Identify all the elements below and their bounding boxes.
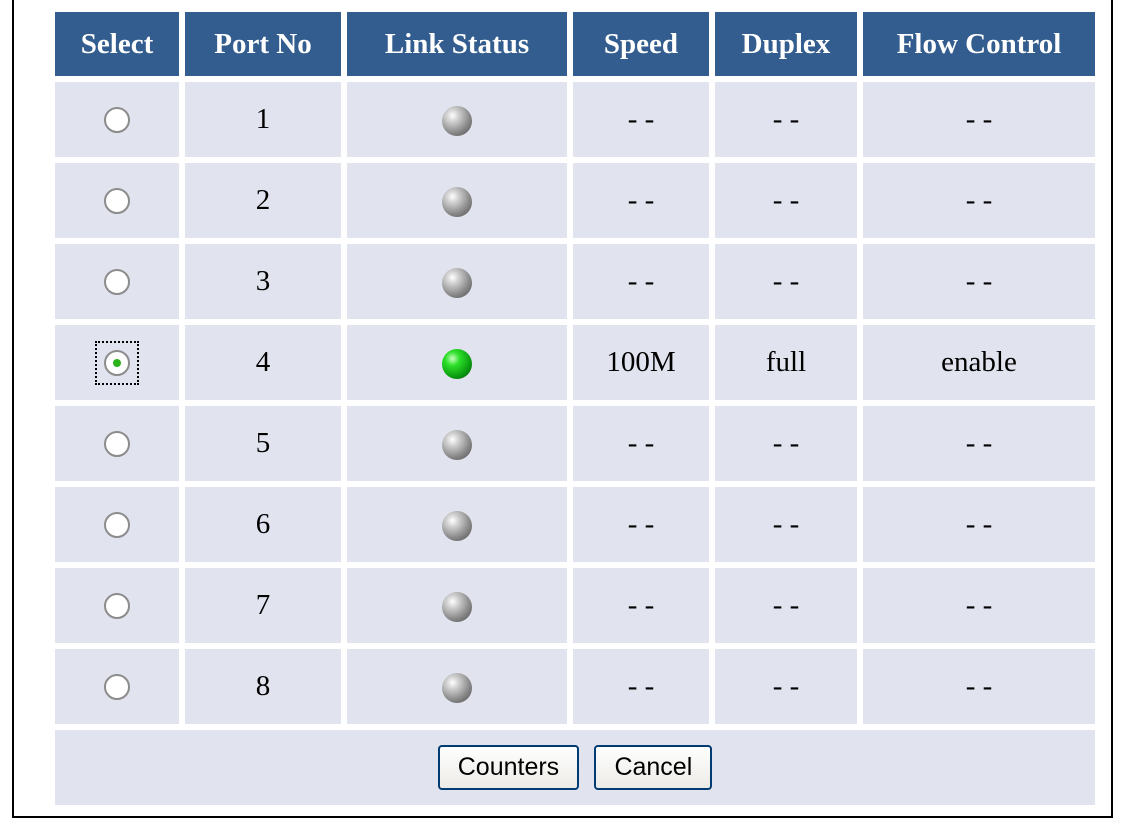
port-select-radio[interactable] xyxy=(104,592,130,619)
speed-value: - - xyxy=(573,487,709,562)
speed-value: - - xyxy=(573,82,709,157)
port-radio-focus xyxy=(95,260,139,304)
flow-control-value: - - xyxy=(863,82,1095,157)
port-select-radio[interactable] xyxy=(104,430,130,457)
port-select-radio[interactable] xyxy=(104,187,130,214)
port-radio-focus xyxy=(95,179,139,223)
header-port-no: Port No xyxy=(185,12,341,76)
link-down-led-icon xyxy=(442,592,472,623)
port-status-panel: Select Port No Link Status Speed Duplex … xyxy=(12,0,1113,818)
speed-value: - - xyxy=(573,649,709,724)
duplex-value: - - xyxy=(715,163,857,238)
duplex-value: - - xyxy=(715,487,857,562)
link-status-cell xyxy=(347,487,567,562)
link-down-led-icon xyxy=(442,673,472,704)
flow-control-value: - - xyxy=(863,406,1095,481)
select-cell xyxy=(55,325,179,400)
link-down-led-icon xyxy=(442,268,472,299)
link-down-led-icon xyxy=(442,106,472,137)
duplex-value: - - xyxy=(715,568,857,643)
link-status-cell xyxy=(347,163,567,238)
speed-value: 100M xyxy=(573,325,709,400)
table-row: 5- -- -- - xyxy=(55,406,1095,481)
port-number: 1 xyxy=(185,82,341,157)
port-number: 2 xyxy=(185,163,341,238)
header-select: Select xyxy=(55,12,179,76)
port-number: 7 xyxy=(185,568,341,643)
flow-control-value: enable xyxy=(863,325,1095,400)
duplex-value: full xyxy=(715,325,857,400)
port-radio-focus xyxy=(95,422,139,466)
table-row: 6- -- -- - xyxy=(55,487,1095,562)
port-select-radio[interactable] xyxy=(104,349,130,376)
link-down-led-icon xyxy=(442,187,472,218)
link-status-cell xyxy=(347,649,567,724)
header-duplex: Duplex xyxy=(715,12,857,76)
header-link-status: Link Status xyxy=(347,12,567,76)
speed-value: - - xyxy=(573,406,709,481)
port-select-radio[interactable] xyxy=(104,106,130,133)
port-radio-focus xyxy=(95,584,139,628)
port-number: 8 xyxy=(185,649,341,724)
select-cell xyxy=(55,649,179,724)
link-status-cell xyxy=(347,82,567,157)
table-row: 3- -- -- - xyxy=(55,244,1095,319)
select-cell xyxy=(55,244,179,319)
port-number: 3 xyxy=(185,244,341,319)
actions-row: Counters Cancel xyxy=(55,730,1095,805)
link-status-cell xyxy=(347,325,567,400)
port-radio-focus xyxy=(95,665,139,709)
port-select-radio[interactable] xyxy=(104,268,130,295)
actions-cell: Counters Cancel xyxy=(55,730,1095,805)
port-radio-focus xyxy=(95,98,139,142)
flow-control-value: - - xyxy=(863,163,1095,238)
link-status-cell xyxy=(347,568,567,643)
port-select-radio[interactable] xyxy=(104,673,130,700)
flow-control-value: - - xyxy=(863,487,1095,562)
duplex-value: - - xyxy=(715,244,857,319)
table-header-row: Select Port No Link Status Speed Duplex … xyxy=(55,12,1095,76)
link-status-cell xyxy=(347,244,567,319)
link-up-led-icon xyxy=(442,349,472,380)
port-number: 5 xyxy=(185,406,341,481)
table-row: 7- -- -- - xyxy=(55,568,1095,643)
port-select-radio[interactable] xyxy=(104,511,130,538)
flow-control-value: - - xyxy=(863,568,1095,643)
link-down-led-icon xyxy=(442,430,472,461)
table-row: 1- -- -- - xyxy=(55,82,1095,157)
speed-value: - - xyxy=(573,568,709,643)
flow-control-value: - - xyxy=(863,244,1095,319)
duplex-value: - - xyxy=(715,649,857,724)
flow-control-value: - - xyxy=(863,649,1095,724)
select-cell xyxy=(55,487,179,562)
header-flow-control: Flow Control xyxy=(863,12,1095,76)
select-cell xyxy=(55,568,179,643)
speed-value: - - xyxy=(573,163,709,238)
link-status-cell xyxy=(347,406,567,481)
select-cell xyxy=(55,82,179,157)
speed-value: - - xyxy=(573,244,709,319)
link-down-led-icon xyxy=(442,511,472,542)
counters-button[interactable]: Counters xyxy=(437,745,580,790)
table-row: 2- -- -- - xyxy=(55,163,1095,238)
duplex-value: - - xyxy=(715,82,857,157)
port-radio-focus xyxy=(95,340,139,385)
port-status-table: Select Port No Link Status Speed Duplex … xyxy=(49,6,1101,811)
duplex-value: - - xyxy=(715,406,857,481)
select-cell xyxy=(55,163,179,238)
select-cell xyxy=(55,406,179,481)
table-row: 8- -- -- - xyxy=(55,649,1095,724)
header-speed: Speed xyxy=(573,12,709,76)
port-number: 6 xyxy=(185,487,341,562)
port-radio-focus xyxy=(95,503,139,547)
cancel-button[interactable]: Cancel xyxy=(594,745,713,790)
table-row: 4 100M full enable xyxy=(55,325,1095,400)
port-number: 4 xyxy=(185,325,341,400)
